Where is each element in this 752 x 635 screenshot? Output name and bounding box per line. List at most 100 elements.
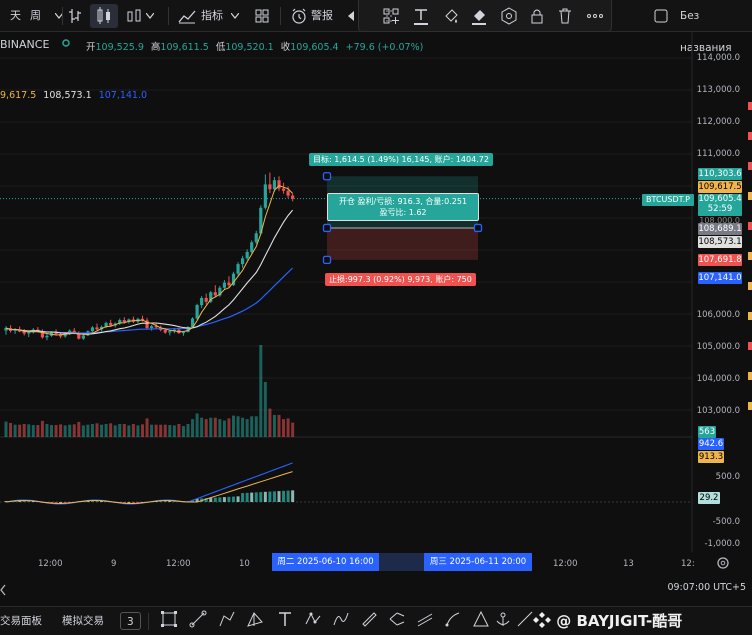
- object-tree-icon[interactable]: [381, 6, 401, 26]
- polyline-tool-icon[interactable]: [304, 610, 322, 628]
- close-value: 109,605.4: [290, 42, 339, 53]
- alarm-clock-icon[interactable]: [290, 0, 308, 32]
- volume-bar: [63, 425, 67, 437]
- background-color-icon[interactable]: [469, 6, 489, 26]
- edge-marker: [748, 402, 752, 410]
- watermark-text: @ BAYJIGIT-酷哥: [556, 612, 683, 630]
- interval-day[interactable]: 天: [10, 0, 21, 32]
- volume-bar: [181, 426, 185, 437]
- trading-panel-tab[interactable]: 交易面板: [0, 607, 42, 635]
- macd-histogram-bar: [291, 490, 295, 502]
- low-label: 低: [215, 42, 226, 53]
- price-axis-label: 113,000.0: [696, 85, 740, 95]
- candle-body: [27, 332, 31, 334]
- axis-settings-icon[interactable]: [716, 555, 730, 574]
- bar-countdown: 52:59: [707, 204, 733, 214]
- volume-bar: [268, 408, 272, 437]
- candle-body: [109, 322, 113, 326]
- layouts-grid-icon[interactable]: [254, 0, 270, 32]
- chart-type-dropdown-icon[interactable]: [145, 0, 155, 32]
- volume-bar: [241, 417, 245, 437]
- macd-histogram-bar: [222, 497, 226, 502]
- measure-tool-icon[interactable]: [516, 610, 534, 628]
- date-range-icon[interactable]: [0, 582, 8, 601]
- macd-histogram-bar: [282, 490, 286, 502]
- volume-bar: [22, 424, 26, 437]
- indicators-icon[interactable]: [178, 0, 196, 32]
- watermark: @ BAYJIGIT-酷哥: [533, 607, 682, 635]
- pattern-tool-icon[interactable]: [246, 610, 264, 628]
- price-chart[interactable]: [0, 32, 752, 580]
- target-label[interactable]: 目标: 1,614.5 (1.49%) 16,145, 账户: 1404.72: [309, 153, 493, 166]
- path-tool-icon[interactable]: [218, 610, 236, 628]
- hollow-bars-icon[interactable]: [126, 0, 142, 32]
- projection-tool-icon[interactable]: [472, 610, 490, 628]
- volume-bar: [141, 424, 144, 437]
- layout-checkbox[interactable]: [654, 0, 668, 32]
- trend-line-tool-icon[interactable]: [189, 610, 207, 628]
- ruler-tool-icon[interactable]: [360, 610, 378, 628]
- candle-body: [81, 335, 85, 339]
- macd-axis-label: 500.0: [715, 472, 740, 482]
- macd-histogram-bar: [232, 496, 235, 502]
- top-toolbar: 天 周 指标 警报 Без названия: [0, 0, 752, 54]
- replay-icon[interactable]: [346, 0, 358, 32]
- stop-label[interactable]: 止损:997.3 (0.92%) 9,973, 账户: 750: [325, 273, 476, 286]
- text-tool-icon[interactable]: [276, 610, 294, 628]
- volume-bar: [209, 417, 213, 437]
- macd-signal-line: [5, 471, 293, 505]
- paper-trading-tab[interactable]: 模拟交易: [62, 607, 104, 635]
- trash-icon[interactable]: [555, 6, 575, 26]
- volume-bar: [45, 424, 49, 437]
- price-axis-label: 112,000.0: [696, 117, 740, 127]
- high-label: 高: [150, 42, 161, 53]
- entry-pnl: 开仓 盈利/亏损: 916.3, 合量:0.251: [338, 197, 468, 206]
- volume-bar: [54, 425, 58, 437]
- clock-timezone[interactable]: 09:07:00 UTC+5: [667, 582, 746, 593]
- loss-zone: [327, 227, 478, 260]
- volume-bar: [109, 423, 113, 437]
- moving-averages: [5, 185, 294, 336]
- macd-histogram-bar: [245, 492, 249, 502]
- fork-tool-icon[interactable]: [388, 610, 406, 628]
- candle-body: [204, 298, 208, 302]
- interval-week[interactable]: 周: [30, 0, 41, 32]
- price-axis-label: 105,000.0: [696, 342, 740, 352]
- volume-bar: [200, 417, 204, 437]
- channel-tool-icon[interactable]: [416, 610, 434, 628]
- brush-tool-icon[interactable]: [444, 610, 462, 628]
- candle-body: [245, 251, 249, 259]
- entry-label[interactable]: 开仓 盈利/亏损: 916.3, 合量:0.251 盈亏比: 1.62: [327, 193, 479, 221]
- anchor-tool-icon[interactable]: [494, 610, 512, 628]
- fill-color-icon[interactable]: [441, 6, 461, 26]
- volume-bar: [77, 421, 81, 437]
- bar-style-icon[interactable]: [68, 0, 82, 32]
- curve-tool-icon[interactable]: [332, 610, 350, 628]
- macd-axis-label: -500.0: [712, 517, 740, 527]
- volume-bar: [204, 419, 208, 437]
- indicators-button[interactable]: 指标: [201, 0, 223, 32]
- ma1-price-tag: 109,617.5: [698, 181, 742, 193]
- indicators-dropdown-icon[interactable]: [230, 0, 240, 32]
- macd-histogram-bar: [263, 491, 267, 502]
- volume-bar: [172, 425, 176, 437]
- lock-icon[interactable]: [527, 6, 547, 26]
- volume-bar: [186, 424, 190, 437]
- volume-bar: [291, 422, 295, 437]
- volume-bar: [95, 423, 99, 437]
- ma-orange-line: [5, 185, 293, 336]
- candle-body: [263, 184, 267, 208]
- layout-name[interactable]: Без названия: [680, 0, 752, 54]
- candles-style-button[interactable]: [90, 4, 118, 28]
- alert-button[interactable]: 警报: [311, 0, 333, 32]
- text-color-icon[interactable]: [411, 6, 431, 26]
- volume-bar: [113, 425, 117, 437]
- candle-body: [195, 305, 199, 319]
- tab-count[interactable]: 3: [120, 612, 141, 630]
- more-options-icon[interactable]: [585, 6, 605, 26]
- macd-histogram-bar: [22, 501, 26, 502]
- rectangle-tool-icon[interactable]: [160, 610, 178, 628]
- candle-body: [213, 292, 217, 296]
- settings-hexagon-icon[interactable]: [499, 6, 519, 26]
- macd-histogram-bar: [241, 493, 245, 502]
